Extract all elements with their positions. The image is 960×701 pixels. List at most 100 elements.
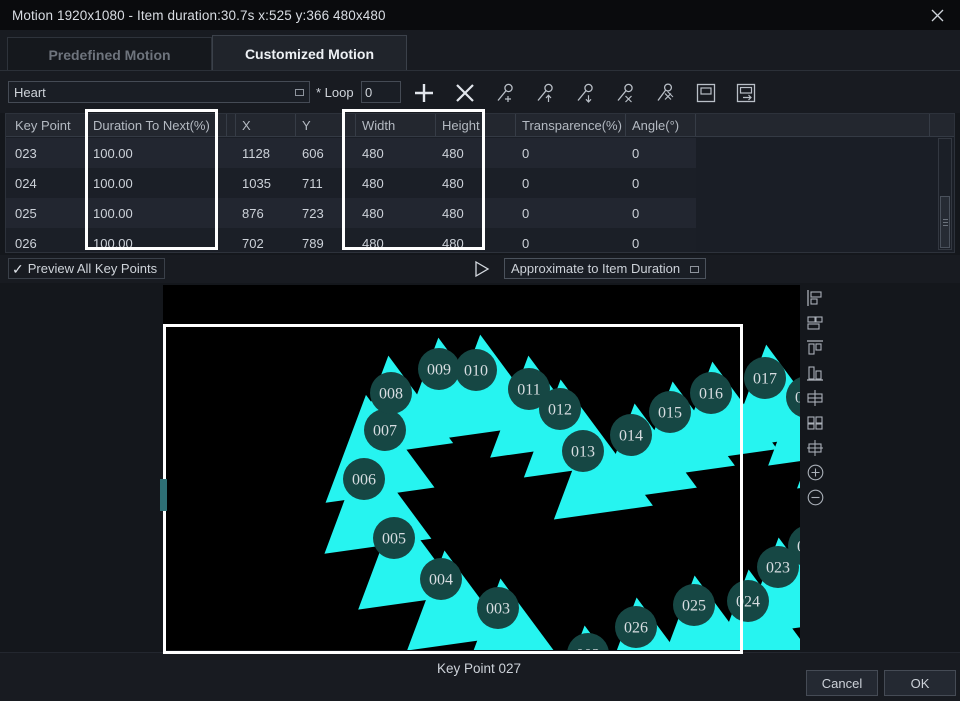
center-both-button[interactable]	[803, 435, 827, 460]
table-cell-angle[interactable]: 0	[626, 228, 696, 252]
motion-name-value: Heart	[14, 84, 46, 100]
table-cell-width[interactable]: 480	[356, 228, 436, 252]
table-header-tail[interactable]	[696, 114, 930, 136]
table-header-angle[interactable]: Angle(°)	[626, 114, 696, 136]
zoom-in-button[interactable]	[803, 460, 827, 485]
export-template-button[interactable]	[731, 79, 761, 107]
keypoint-marker-label: 003	[486, 601, 510, 618]
delete-keypoint-x-button[interactable]	[450, 79, 480, 107]
keypoint-up-icon	[537, 83, 553, 102]
table-cell-height[interactable]: 480	[436, 228, 516, 252]
align-bottom-button[interactable]	[803, 360, 827, 385]
play-preview-button[interactable]	[468, 258, 494, 280]
table-cell-x[interactable]: 702	[236, 228, 296, 252]
preview-all-keypoints-checkbox[interactable]: ✓ Preview All Key Points	[8, 258, 166, 279]
scrollbar-grip-icon	[943, 219, 948, 220]
cross-icon	[456, 84, 474, 102]
table-cell-key_point[interactable]: 025	[9, 198, 87, 228]
keypoint-marker-label: 004	[429, 572, 453, 589]
keypoint-marker-label: 023	[766, 560, 790, 577]
table-cell-width[interactable]: 480	[356, 138, 436, 168]
motion-name-combobox[interactable]: Heart	[8, 81, 310, 103]
table-row[interactable]: 026 100.00 702 789 480 480 0 0	[6, 228, 696, 252]
insert-keypoint-button[interactable]	[491, 79, 521, 107]
cancel-button[interactable]: Cancel	[806, 670, 878, 696]
table-header-key_point[interactable]: Key Point	[9, 114, 87, 136]
table-header-x[interactable]: X	[236, 114, 296, 136]
table-cell-duration[interactable]: 100.00	[87, 228, 227, 252]
clear-keypoints-button[interactable]	[651, 79, 681, 107]
table-header-angle-label: Angle(°)	[632, 117, 680, 133]
distribute-v-icon	[807, 415, 823, 430]
checkmark-icon: ✓	[12, 260, 24, 277]
table-header-spacer[interactable]	[227, 114, 236, 136]
table-cell-height[interactable]: 480	[436, 138, 516, 168]
save-template-button[interactable]	[691, 79, 721, 107]
table-header-duration[interactable]: Duration To Next(%)	[87, 114, 227, 136]
add-keypoint-plus-button[interactable]	[409, 79, 439, 107]
table-header-transparence[interactable]: Transparence(%)	[516, 114, 626, 136]
table-cell-angle[interactable]: 0	[626, 168, 696, 198]
table-cell-transparence[interactable]: 0	[516, 168, 626, 198]
table-cell-x[interactable]: 1128	[236, 138, 296, 168]
motion-preview-canvas[interactable]: 002 003 004 005 006 007 008 009 010 011 012 013 014 0…	[163, 285, 800, 650]
approximate-duration-combobox[interactable]: Approximate to Item Duration	[504, 258, 706, 279]
move-keypoint-down-button[interactable]	[571, 79, 601, 107]
ok-button[interactable]: OK	[884, 670, 956, 696]
table-cell-key_point[interactable]: 026	[9, 228, 87, 252]
table-vertical-scrollbar[interactable]	[938, 138, 952, 250]
table-cell-y[interactable]: 606	[296, 138, 356, 168]
table-row[interactable]: 024 100.00 1035 711 480 480 0 0	[6, 168, 696, 198]
table-cell-key_point[interactable]: 024	[9, 168, 87, 198]
table-cell-y[interactable]: 789	[296, 228, 356, 252]
table-cell-duration[interactable]: 100.00	[87, 168, 227, 198]
tab-predefined-motion[interactable]: Predefined Motion	[7, 37, 212, 71]
table-cell-x[interactable]: 876	[236, 198, 296, 228]
tab-customized-motion-label: Customized Motion	[244, 45, 375, 62]
align-top-button[interactable]	[803, 335, 827, 360]
close-window-button[interactable]	[914, 0, 960, 30]
table-cell-height[interactable]: 480	[436, 168, 516, 198]
table-cell-angle[interactable]: 0	[626, 198, 696, 228]
table-cell-transparence[interactable]: 0	[516, 198, 626, 228]
keypoint-down-icon	[577, 83, 593, 103]
table-cell-y[interactable]: 711	[296, 168, 356, 198]
table-cell-width[interactable]: 480	[356, 198, 436, 228]
play-icon	[475, 260, 490, 278]
table-header-duration-label: Duration To Next(%)	[93, 117, 210, 133]
table-scrollbar-thumb[interactable]	[940, 196, 950, 248]
zoom-out-button[interactable]	[803, 485, 827, 510]
distribute-horiz-button[interactable]	[803, 385, 827, 410]
table-row[interactable]: 023 100.00 1128 606 480 480 0 0	[6, 138, 696, 168]
table-cell-width[interactable]: 480	[356, 168, 436, 198]
table-header-height[interactable]: Height	[436, 114, 516, 136]
keypoint-clear-icon	[657, 83, 674, 101]
table-cell-x[interactable]: 1035	[236, 168, 296, 198]
table-cell-transparence[interactable]: 0	[516, 138, 626, 168]
alignment-tool-rail	[803, 285, 829, 510]
zoom-in-icon	[807, 464, 823, 481]
move-keypoint-up-button[interactable]	[531, 79, 561, 107]
table-cell-duration[interactable]: 100.00	[87, 198, 227, 228]
table-header-y-label: Y	[302, 117, 311, 133]
table-cell-y[interactable]: 723	[296, 198, 356, 228]
table-header-width[interactable]: Width	[356, 114, 436, 136]
table-header-y[interactable]: Y	[296, 114, 356, 136]
distribute-vert-button[interactable]	[803, 410, 827, 435]
table-cell-key_point[interactable]: 023	[9, 138, 87, 168]
align-center-horiz-button[interactable]	[803, 310, 827, 335]
tab-customized-motion[interactable]: Customized Motion	[212, 35, 407, 71]
table-cell-angle[interactable]: 0	[626, 138, 696, 168]
loop-input[interactable]	[361, 81, 401, 103]
table-row[interactable]: 025 100.00 876 723 480 480 0 0	[6, 198, 696, 228]
keypoint-status-label: Key Point 027	[437, 661, 522, 676]
keypoint-marker-label: 007	[373, 423, 397, 440]
plus-icon	[415, 84, 433, 102]
cancel-button-label: Cancel	[821, 675, 863, 691]
table-cell-height[interactable]: 480	[436, 198, 516, 228]
table-cell-duration[interactable]: 100.00	[87, 138, 227, 168]
align-left-button[interactable]	[803, 285, 827, 310]
canvas-left-resize-handle[interactable]	[160, 479, 167, 511]
remove-keypoint-button[interactable]	[611, 79, 641, 107]
table-cell-transparence[interactable]: 0	[516, 228, 626, 252]
